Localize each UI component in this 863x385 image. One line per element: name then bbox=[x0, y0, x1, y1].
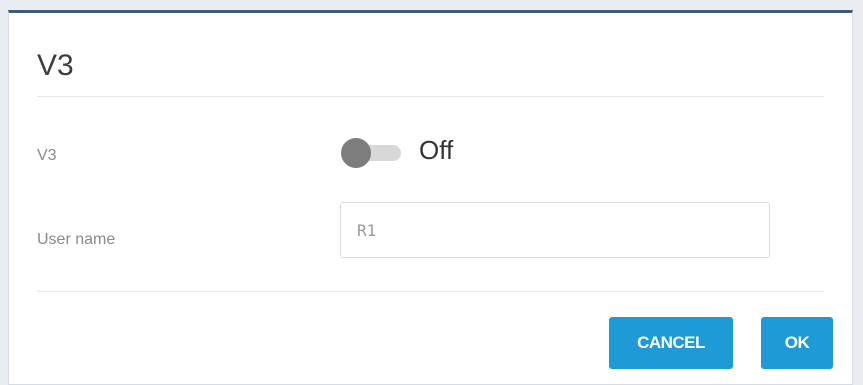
v3-toggle[interactable] bbox=[341, 137, 407, 169]
user-name-label: User name bbox=[37, 231, 116, 248]
toggle-knob bbox=[341, 138, 371, 168]
v3-label: V3 bbox=[37, 147, 57, 164]
v3-toggle-state: Off bbox=[419, 135, 454, 165]
user-name-input[interactable] bbox=[340, 202, 770, 258]
ok-button[interactable]: OK bbox=[761, 317, 833, 369]
cancel-button[interactable]: CANCEL bbox=[609, 317, 733, 369]
footer-divider bbox=[37, 291, 824, 292]
title-divider bbox=[37, 96, 824, 97]
v3-dialog: V3 V3 Off User name CANCEL OK bbox=[8, 10, 853, 385]
dialog-title: V3 bbox=[37, 49, 74, 82]
